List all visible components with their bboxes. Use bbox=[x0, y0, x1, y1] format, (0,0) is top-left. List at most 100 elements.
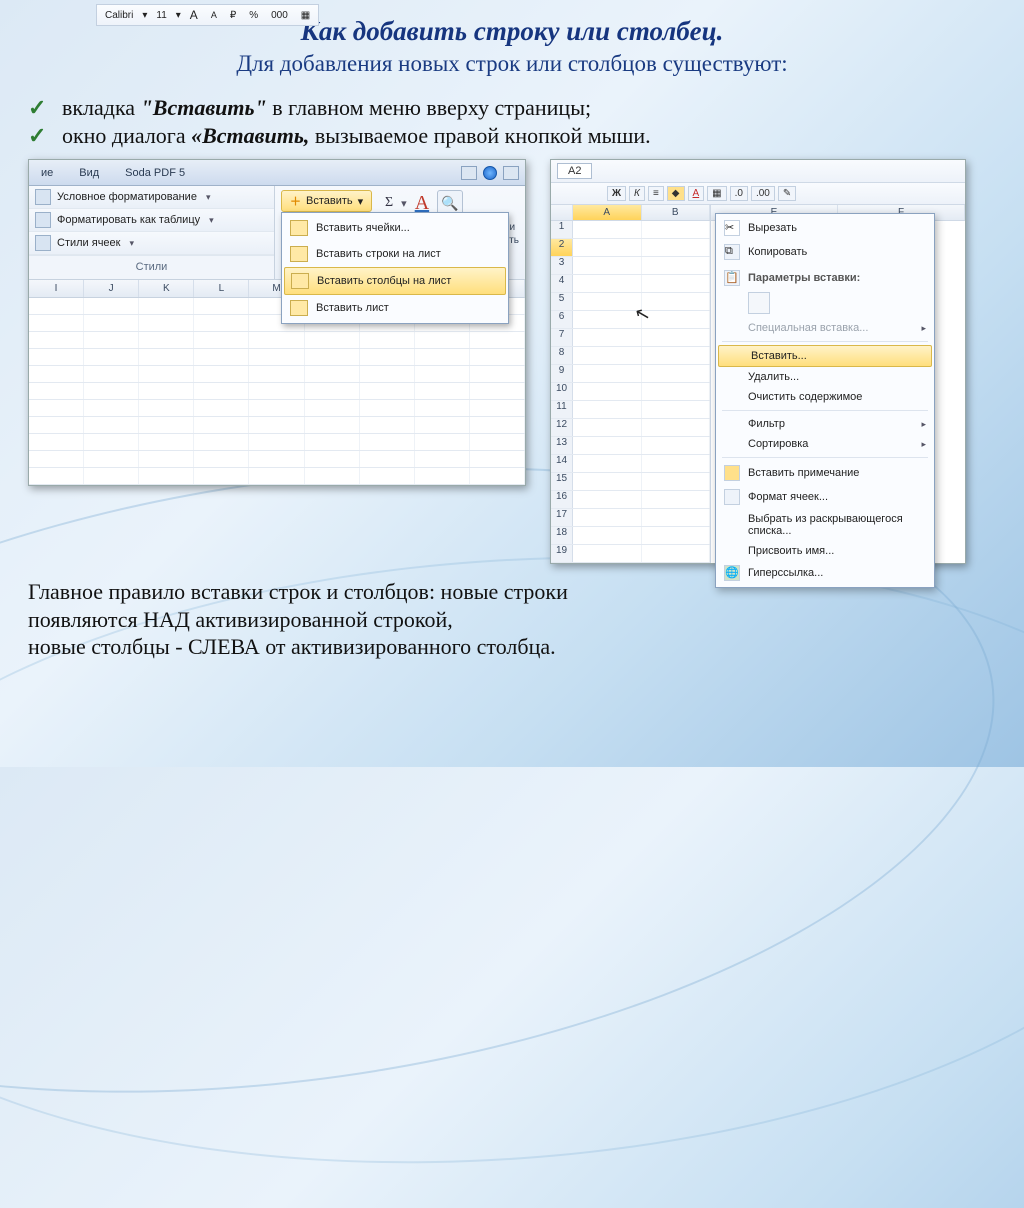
bold-icon[interactable]: Ж bbox=[607, 186, 626, 201]
conditional-formatting-button[interactable]: Условное форматирование bbox=[29, 186, 274, 209]
footer-rule: Главное правило вставки строк и столбцов… bbox=[28, 578, 996, 661]
row-header[interactable]: 3 bbox=[551, 257, 573, 274]
chevron-down-icon[interactable]: ▾ bbox=[401, 197, 407, 210]
insert-columns-item[interactable]: Вставить столбцы на лист bbox=[284, 267, 506, 295]
col-header[interactable]: L bbox=[194, 280, 249, 297]
ctx-paste-special: Специальная вставка...▸ bbox=[716, 318, 934, 338]
insert-rows-icon bbox=[290, 246, 308, 262]
insert-dropdown-button[interactable]: ＋ Вставить ▾ bbox=[281, 190, 372, 212]
table-format-icon bbox=[35, 212, 51, 228]
insert-sheet-icon bbox=[290, 300, 308, 316]
active-cell[interactable] bbox=[573, 239, 642, 256]
ctx-filter[interactable]: Фильтр▸ bbox=[716, 414, 934, 434]
row-header[interactable]: 6 bbox=[551, 311, 573, 328]
align-icon[interactable]: ≡ bbox=[648, 186, 664, 201]
ctx-cut[interactable]: ✂Вырезать bbox=[716, 216, 934, 240]
percent-icon[interactable]: % bbox=[245, 9, 262, 22]
row-header[interactable]: 2 bbox=[551, 239, 573, 256]
ctx-delete[interactable]: Удалить... bbox=[716, 367, 934, 387]
ribbon-tab-view[interactable]: Вид bbox=[73, 163, 105, 183]
row-header[interactable]: 19 bbox=[551, 545, 573, 562]
insert-dropdown-menu: Вставить ячейки... Вставить строки на ли… bbox=[281, 212, 509, 324]
cell-styles-button[interactable]: Стили ячеек bbox=[29, 232, 274, 255]
hyperlink-icon: 🌐 bbox=[724, 565, 740, 581]
row-header[interactable]: 15 bbox=[551, 473, 573, 490]
mini-toolbar: Calibri ▾ 11 ▾ A A ₽ % 000 ▦ bbox=[96, 4, 319, 26]
row-header[interactable]: 1 bbox=[551, 221, 573, 238]
row-header[interactable]: 13 bbox=[551, 437, 573, 454]
row-header[interactable]: 7 bbox=[551, 329, 573, 346]
font-size[interactable]: 11 bbox=[152, 9, 170, 22]
col-header[interactable]: I bbox=[29, 280, 84, 297]
plus-icon: ＋ bbox=[290, 193, 301, 209]
col-header-b[interactable]: B bbox=[642, 205, 711, 220]
copy-icon: ⧉ bbox=[724, 244, 740, 260]
fill-color-icon[interactable]: ◆ bbox=[667, 186, 685, 201]
row-header[interactable]: 9 bbox=[551, 365, 573, 382]
shrink-font-icon[interactable]: A bbox=[207, 9, 221, 21]
ctx-copy[interactable]: ⧉Копировать bbox=[716, 240, 934, 264]
ribbon-tab-fragment[interactable]: ие bbox=[35, 163, 59, 183]
comment-icon bbox=[724, 465, 740, 481]
grow-font-icon[interactable]: A bbox=[186, 7, 202, 23]
ribbon-tab-sodapdf[interactable]: Soda PDF 5 bbox=[119, 163, 191, 183]
cut-icon: ✂ bbox=[724, 220, 740, 236]
format-as-table-button[interactable]: Форматировать как таблицу bbox=[29, 209, 274, 232]
borders-icon[interactable]: ▦ bbox=[297, 9, 314, 22]
styles-group-label: Стили bbox=[29, 255, 274, 279]
col-header[interactable]: J bbox=[84, 280, 139, 297]
col-header-a[interactable]: A bbox=[573, 205, 642, 220]
paste-option-icon[interactable] bbox=[748, 292, 770, 314]
font-name[interactable]: Calibri bbox=[101, 9, 137, 22]
chevron-down-icon: ▾ bbox=[358, 195, 364, 208]
cond-format-icon bbox=[35, 189, 51, 205]
format-cells-icon bbox=[724, 489, 740, 505]
row-header[interactable]: 5 bbox=[551, 293, 573, 310]
insert-cells-icon bbox=[290, 220, 308, 236]
row-header[interactable]: 17 bbox=[551, 509, 573, 526]
font-color-icon[interactable]: A bbox=[688, 186, 705, 201]
chevron-down-icon[interactable]: ▾ bbox=[142, 10, 147, 21]
insert-sheet-item[interactable]: Вставить лист bbox=[284, 295, 506, 321]
row-header[interactable]: 16 bbox=[551, 491, 573, 508]
bullet-2: окно диалога «Вставить, вызываемое право… bbox=[28, 123, 996, 149]
insert-columns-icon bbox=[291, 273, 309, 289]
format-painter-icon[interactable]: ✎ bbox=[778, 186, 796, 201]
currency-icon[interactable]: ₽ bbox=[226, 9, 240, 22]
row-header[interactable]: 4 bbox=[551, 275, 573, 292]
row-header[interactable]: 12 bbox=[551, 419, 573, 436]
ctx-hyperlink[interactable]: 🌐Гиперссылка... bbox=[716, 561, 934, 585]
name-box[interactable]: A2 bbox=[557, 163, 592, 179]
col-header[interactable]: K bbox=[139, 280, 194, 297]
italic-icon[interactable]: К bbox=[629, 186, 645, 201]
ribbon-minimize-icon[interactable] bbox=[461, 166, 477, 180]
row-header[interactable]: 10 bbox=[551, 383, 573, 400]
screenshot-context-menu: A2 Calibri ▾ 11 ▾ A A ₽ % 000 ▦ Ж bbox=[550, 159, 966, 564]
decrease-decimal-icon[interactable]: .0 bbox=[730, 186, 748, 201]
cell-styles-icon bbox=[35, 235, 51, 251]
row-header[interactable]: 14 bbox=[551, 455, 573, 472]
insert-rows-item[interactable]: Вставить строки на лист bbox=[284, 241, 506, 267]
insert-cells-item[interactable]: Вставить ячейки... bbox=[284, 215, 506, 241]
increase-decimal-icon[interactable]: .00 bbox=[751, 186, 775, 201]
ctx-insert[interactable]: Вставить... bbox=[718, 345, 932, 367]
select-all-corner[interactable] bbox=[551, 205, 573, 220]
bullet-list: вкладка "Вставить" в главном меню вверху… bbox=[28, 95, 996, 149]
ctx-sort[interactable]: Сортировка▸ bbox=[716, 434, 934, 454]
help-icon[interactable] bbox=[483, 166, 497, 180]
ctx-insert-comment[interactable]: Вставить примечание bbox=[716, 461, 934, 485]
comma-icon[interactable]: 000 bbox=[267, 9, 292, 22]
row-header[interactable]: 11 bbox=[551, 401, 573, 418]
row-header[interactable]: 8 bbox=[551, 347, 573, 364]
row-header[interactable]: 18 bbox=[551, 527, 573, 544]
window-control-icon[interactable] bbox=[503, 166, 519, 180]
chevron-down-icon[interactable]: ▾ bbox=[176, 10, 181, 21]
ctx-clear[interactable]: Очистить содержимое bbox=[716, 387, 934, 407]
ctx-format-cells[interactable]: Формат ячеек... bbox=[716, 485, 934, 509]
autosum-icon[interactable]: Σ bbox=[385, 195, 393, 211]
screenshot-ribbon: ие Вид Soda PDF 5 Условное форматировани… bbox=[28, 159, 526, 486]
ctx-pick-from-list[interactable]: Выбрать из раскрывающегося списка... bbox=[716, 509, 934, 541]
ctx-define-name[interactable]: Присвоить имя... bbox=[716, 541, 934, 561]
borders-icon[interactable]: ▦ bbox=[707, 186, 726, 201]
slide-subtitle: Для добавления новых строк или столбцов … bbox=[28, 51, 996, 77]
